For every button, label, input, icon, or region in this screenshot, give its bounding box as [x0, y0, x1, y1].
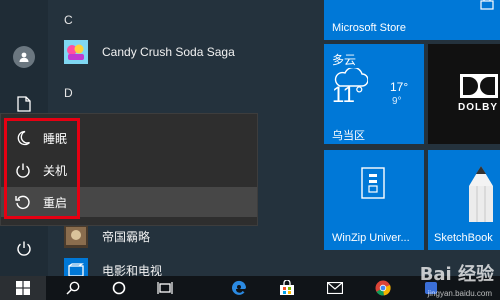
- weather-location: 乌当区: [332, 130, 365, 142]
- menu-item-label: 重启: [43, 195, 68, 210]
- menu-item-shutdown[interactable]: 关机: [1, 155, 257, 185]
- taskbar-cortana-button[interactable]: [100, 276, 138, 300]
- start-button[interactable]: [0, 276, 46, 300]
- empire-game-icon: [64, 224, 88, 248]
- tile-sketchbook[interactable]: SketchBook: [428, 150, 500, 250]
- start-menu: C Candy Crush Soda Saga D 帝国霸略 电影和电视 Mic…: [0, 0, 500, 282]
- taskbar-search-button[interactable]: [54, 276, 92, 300]
- menu-item-restart[interactable]: 重启: [1, 187, 257, 217]
- weather-current-temp: 11°: [332, 82, 364, 107]
- app-label: 帝国霸略: [102, 229, 151, 244]
- power-button[interactable]: [8, 232, 40, 264]
- sleep-icon: [15, 130, 31, 146]
- app-item-empire[interactable]: 帝国霸略: [64, 222, 314, 250]
- taskbar-store-button[interactable]: [268, 276, 306, 300]
- menu-item-label: 睡眠: [43, 131, 68, 146]
- power-flyout-menu: 睡眠 关机 重启: [0, 113, 258, 226]
- candy-crush-icon: [64, 40, 88, 64]
- tile-weather[interactable]: 多云 11° 17° 9° 乌当区: [324, 44, 424, 144]
- winzip-icon: [361, 167, 385, 199]
- windows-logo-icon: [16, 281, 30, 295]
- user-account-button[interactable]: [8, 41, 40, 73]
- section-letter-c[interactable]: C: [64, 13, 73, 27]
- taskbar-edge-button[interactable]: [220, 276, 258, 300]
- baidu-watermark-url: jingyan.baidu.com: [427, 289, 492, 298]
- app-item-candy-crush[interactable]: Candy Crush Soda Saga: [64, 38, 314, 66]
- power-icon: [17, 241, 31, 256]
- document-icon: [17, 96, 31, 112]
- section-letter-d[interactable]: D: [64, 86, 73, 100]
- menu-item-sleep[interactable]: 睡眠: [1, 123, 257, 153]
- task-view-icon: [157, 282, 173, 294]
- weather-condition: 多云: [332, 53, 357, 67]
- restart-icon: [15, 194, 31, 210]
- tile-label: Microsoft Store: [332, 22, 406, 34]
- store-bag-icon: [480, 0, 494, 10]
- taskbar-task-view-button[interactable]: [146, 276, 184, 300]
- shutdown-icon: [15, 162, 31, 178]
- weather-high-temp: 17°: [390, 80, 409, 94]
- baidu-watermark: Bai 经验: [419, 264, 494, 285]
- menu-item-label: 关机: [43, 163, 68, 178]
- edge-icon: [232, 280, 247, 295]
- store-icon: [280, 280, 294, 295]
- tile-label: WinZip Univer...: [332, 232, 410, 244]
- weather-low-temp: 9°: [392, 96, 402, 107]
- tile-winzip[interactable]: WinZip Univer...: [324, 150, 424, 250]
- tile-dolby[interactable]: DOLBY: [428, 44, 500, 144]
- search-icon: [66, 281, 80, 295]
- user-avatar-icon: [13, 46, 35, 68]
- app-label: Candy Crush Soda Saga: [102, 45, 235, 59]
- pencil-icon: [469, 166, 493, 222]
- mail-icon: [327, 282, 343, 294]
- tile-label: SketchBook: [434, 232, 493, 244]
- dolby-label: DOLBY: [458, 102, 498, 113]
- chrome-icon: [375, 280, 391, 296]
- taskbar-chrome-button[interactable]: [364, 276, 402, 300]
- dolby-logo-icon: [460, 74, 498, 98]
- cortana-icon: [112, 281, 126, 295]
- tile-microsoft-store[interactable]: Microsoft Store: [324, 0, 500, 40]
- taskbar-mail-button[interactable]: [316, 276, 354, 300]
